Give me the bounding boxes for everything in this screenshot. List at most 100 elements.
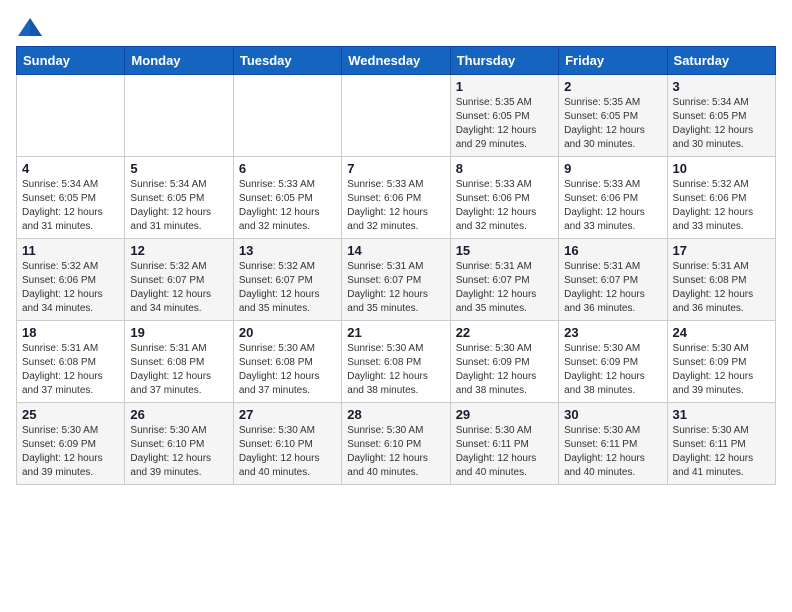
cell-content: Sunrise: 5:30 AM Sunset: 6:09 PM Dayligh…: [673, 342, 770, 398]
cell-content: Sunrise: 5:31 AM Sunset: 6:08 PM Dayligh…: [22, 342, 119, 398]
cell-content: Sunrise: 5:34 AM Sunset: 6:05 PM Dayligh…: [22, 178, 119, 234]
calendar-week-4: 18 Sunrise: 5:31 AM Sunset: 6:08 PM Dayli…: [17, 321, 776, 403]
day-number: 1: [456, 79, 553, 94]
logo: [16, 16, 48, 38]
calendar-table: SundayMondayTuesdayWednesdayThursdayFrid…: [16, 46, 776, 485]
day-number: 18: [22, 325, 119, 340]
cell-content: Sunrise: 5:32 AM Sunset: 6:06 PM Dayligh…: [673, 178, 770, 234]
weekday-header-monday: Monday: [125, 47, 233, 75]
weekday-header-wednesday: Wednesday: [342, 47, 450, 75]
cell-content: Sunrise: 5:34 AM Sunset: 6:05 PM Dayligh…: [130, 178, 227, 234]
calendar-cell: 8Sunrise: 5:33 AM Sunset: 6:06 PM Daylig…: [450, 157, 558, 239]
day-number: 28: [347, 407, 444, 422]
day-number: 3: [673, 79, 770, 94]
calendar-body: 1 Sunrise: 5:35 AM Sunset: 6:05 PM Daylig…: [17, 75, 776, 485]
calendar-cell: [125, 75, 233, 157]
calendar-cell: 26Sunrise: 5:30 AM Sunset: 6:10 PM Dayli…: [125, 403, 233, 485]
weekday-header-tuesday: Tuesday: [233, 47, 341, 75]
day-number: 30: [564, 407, 661, 422]
day-number: 19: [130, 325, 227, 340]
weekday-header-friday: Friday: [559, 47, 667, 75]
day-number: 17: [673, 243, 770, 258]
calendar-cell: 12Sunrise: 5:32 AM Sunset: 6:07 PM Dayli…: [125, 239, 233, 321]
calendar-cell: 29Sunrise: 5:30 AM Sunset: 6:11 PM Dayli…: [450, 403, 558, 485]
cell-content: Sunrise: 5:30 AM Sunset: 6:09 PM Dayligh…: [456, 342, 553, 398]
calendar-cell: 30 Sunrise: 5:30 AM Sunset: 6:11 PM Dayli…: [559, 403, 667, 485]
calendar-cell: 18 Sunrise: 5:31 AM Sunset: 6:08 PM Dayli…: [17, 321, 125, 403]
calendar-cell: [233, 75, 341, 157]
cell-content: Sunrise: 5:30 AM Sunset: 6:09 PM Dayligh…: [22, 424, 119, 480]
cell-content: Sunrise: 5:31 AM Sunset: 6:07 PM Dayligh…: [564, 260, 661, 316]
cell-content: Sunrise: 5:31 AM Sunset: 6:08 PM Dayligh…: [673, 260, 770, 316]
cell-content: Sunrise: 5:34 AM Sunset: 6:05 PM Dayligh…: [673, 96, 770, 152]
cell-content: Sunrise: 5:33 AM Sunset: 6:05 PM Dayligh…: [239, 178, 336, 234]
generalblue-logo-icon: [16, 16, 44, 38]
weekday-header-thursday: Thursday: [450, 47, 558, 75]
calendar-cell: 16 Sunrise: 5:31 AM Sunset: 6:07 PM Dayli…: [559, 239, 667, 321]
cell-content: Sunrise: 5:30 AM Sunset: 6:09 PM Dayligh…: [564, 342, 661, 398]
cell-content: Sunrise: 5:31 AM Sunset: 6:07 PM Dayligh…: [347, 260, 444, 316]
day-number: 14: [347, 243, 444, 258]
cell-content: Sunrise: 5:32 AM Sunset: 6:06 PM Dayligh…: [22, 260, 119, 316]
calendar-cell: [17, 75, 125, 157]
day-number: 15: [456, 243, 553, 258]
calendar-cell: 17 Sunrise: 5:31 AM Sunset: 6:08 PM Dayli…: [667, 239, 775, 321]
calendar-cell: 10Sunrise: 5:32 AM Sunset: 6:06 PM Dayli…: [667, 157, 775, 239]
day-number: 9: [564, 161, 661, 176]
cell-content: Sunrise: 5:33 AM Sunset: 6:06 PM Dayligh…: [347, 178, 444, 234]
cell-content: Sunrise: 5:35 AM Sunset: 6:05 PM Dayligh…: [456, 96, 553, 152]
calendar-week-2: 4 Sunrise: 5:34 AM Sunset: 6:05 PM Daylig…: [17, 157, 776, 239]
day-number: 25: [22, 407, 119, 422]
calendar-cell: 31Sunrise: 5:30 AM Sunset: 6:11 PM Dayli…: [667, 403, 775, 485]
calendar-week-3: 11 Sunrise: 5:32 AM Sunset: 6:06 PM Dayli…: [17, 239, 776, 321]
calendar-cell: 1 Sunrise: 5:35 AM Sunset: 6:05 PM Daylig…: [450, 75, 558, 157]
cell-content: Sunrise: 5:33 AM Sunset: 6:06 PM Dayligh…: [564, 178, 661, 234]
cell-content: Sunrise: 5:30 AM Sunset: 6:11 PM Dayligh…: [564, 424, 661, 480]
calendar-header: SundayMondayTuesdayWednesdayThursdayFrid…: [17, 47, 776, 75]
calendar-cell: 19 Sunrise: 5:31 AM Sunset: 6:08 PM Dayli…: [125, 321, 233, 403]
day-number: 12: [130, 243, 227, 258]
day-number: 20: [239, 325, 336, 340]
calendar-cell: 20 Sunrise: 5:30 AM Sunset: 6:08 PM Dayli…: [233, 321, 341, 403]
cell-content: Sunrise: 5:30 AM Sunset: 6:08 PM Dayligh…: [239, 342, 336, 398]
calendar-cell: 28 Sunrise: 5:30 AM Sunset: 6:10 PM Dayli…: [342, 403, 450, 485]
day-number: 6: [239, 161, 336, 176]
cell-content: Sunrise: 5:32 AM Sunset: 6:07 PM Dayligh…: [239, 260, 336, 316]
weekday-header-sunday: Sunday: [17, 47, 125, 75]
calendar-cell: 7Sunrise: 5:33 AM Sunset: 6:06 PM Daylig…: [342, 157, 450, 239]
calendar-week-1: 1 Sunrise: 5:35 AM Sunset: 6:05 PM Daylig…: [17, 75, 776, 157]
calendar-cell: 21 Sunrise: 5:30 AM Sunset: 6:08 PM Dayli…: [342, 321, 450, 403]
calendar-cell: 11 Sunrise: 5:32 AM Sunset: 6:06 PM Dayli…: [17, 239, 125, 321]
calendar-cell: 5Sunrise: 5:34 AM Sunset: 6:05 PM Daylig…: [125, 157, 233, 239]
cell-content: Sunrise: 5:31 AM Sunset: 6:07 PM Dayligh…: [456, 260, 553, 316]
day-number: 13: [239, 243, 336, 258]
cell-content: Sunrise: 5:30 AM Sunset: 6:08 PM Dayligh…: [347, 342, 444, 398]
day-number: 11: [22, 243, 119, 258]
calendar-cell: 15 Sunrise: 5:31 AM Sunset: 6:07 PM Dayli…: [450, 239, 558, 321]
cell-content: Sunrise: 5:31 AM Sunset: 6:08 PM Dayligh…: [130, 342, 227, 398]
calendar-cell: 3 Sunrise: 5:34 AM Sunset: 6:05 PM Daylig…: [667, 75, 775, 157]
calendar-cell: 2Sunrise: 5:35 AM Sunset: 6:05 PM Daylig…: [559, 75, 667, 157]
day-number: 21: [347, 325, 444, 340]
weekday-header-saturday: Saturday: [667, 47, 775, 75]
day-number: 24: [673, 325, 770, 340]
cell-content: Sunrise: 5:30 AM Sunset: 6:10 PM Dayligh…: [347, 424, 444, 480]
calendar-cell: 4 Sunrise: 5:34 AM Sunset: 6:05 PM Daylig…: [17, 157, 125, 239]
calendar-cell: 23 Sunrise: 5:30 AM Sunset: 6:09 PM Dayli…: [559, 321, 667, 403]
calendar-cell: 24 Sunrise: 5:30 AM Sunset: 6:09 PM Dayli…: [667, 321, 775, 403]
cell-content: Sunrise: 5:33 AM Sunset: 6:06 PM Dayligh…: [456, 178, 553, 234]
calendar-cell: 6 Sunrise: 5:33 AM Sunset: 6:05 PM Daylig…: [233, 157, 341, 239]
calendar-week-5: 25 Sunrise: 5:30 AM Sunset: 6:09 PM Dayli…: [17, 403, 776, 485]
day-number: 2: [564, 79, 661, 94]
day-number: 4: [22, 161, 119, 176]
cell-content: Sunrise: 5:30 AM Sunset: 6:10 PM Dayligh…: [239, 424, 336, 480]
calendar-cell: 22 Sunrise: 5:30 AM Sunset: 6:09 PM Dayli…: [450, 321, 558, 403]
day-number: 29: [456, 407, 553, 422]
calendar-cell: [342, 75, 450, 157]
page-header: [16, 16, 776, 38]
calendar-cell: 14 Sunrise: 5:31 AM Sunset: 6:07 PM Dayli…: [342, 239, 450, 321]
day-number: 16: [564, 243, 661, 258]
day-number: 27: [239, 407, 336, 422]
day-number: 22: [456, 325, 553, 340]
day-number: 23: [564, 325, 661, 340]
